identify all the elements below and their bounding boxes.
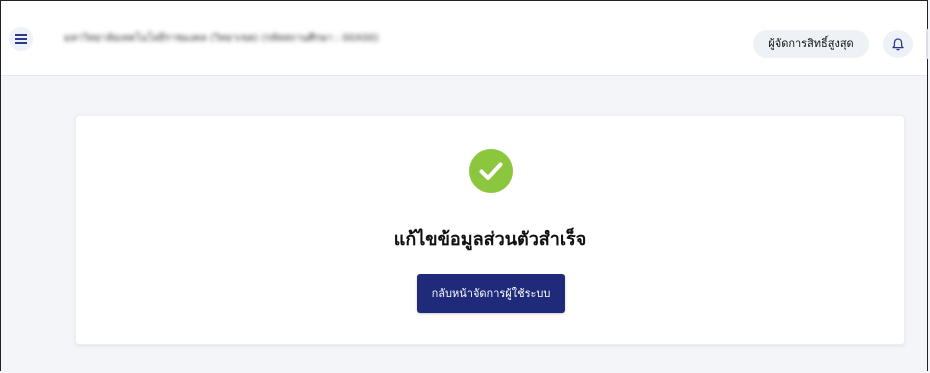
success-title: แก้ไขข้อมูลส่วนตัวสำเร็จ <box>393 229 587 250</box>
menu-button[interactable] <box>9 27 33 51</box>
back-to-user-management-button[interactable]: กลับหน้าจัดการผู้ใช้ระบบ <box>417 274 565 313</box>
menu-icon <box>15 34 27 44</box>
bell-icon <box>892 37 904 50</box>
header-divider <box>926 29 928 59</box>
notification-button[interactable] <box>883 30 913 58</box>
organization-name: มหาวิทยาลัยเทคโนโลยีราชมงคล (วิทยาเขต) (… <box>64 33 379 44</box>
top-bar: มหาวิทยาลัยเทคโนโลยีราชมงคล (วิทยาเขต) (… <box>1 1 928 76</box>
check-circle-icon <box>469 149 513 193</box>
result-card: แก้ไขข้อมูลส่วนตัวสำเร็จ กลับหน้าจัดการผ… <box>75 115 905 345</box>
role-badge[interactable]: ผู้จัดการสิทธิ์สูงสุด <box>753 30 869 58</box>
